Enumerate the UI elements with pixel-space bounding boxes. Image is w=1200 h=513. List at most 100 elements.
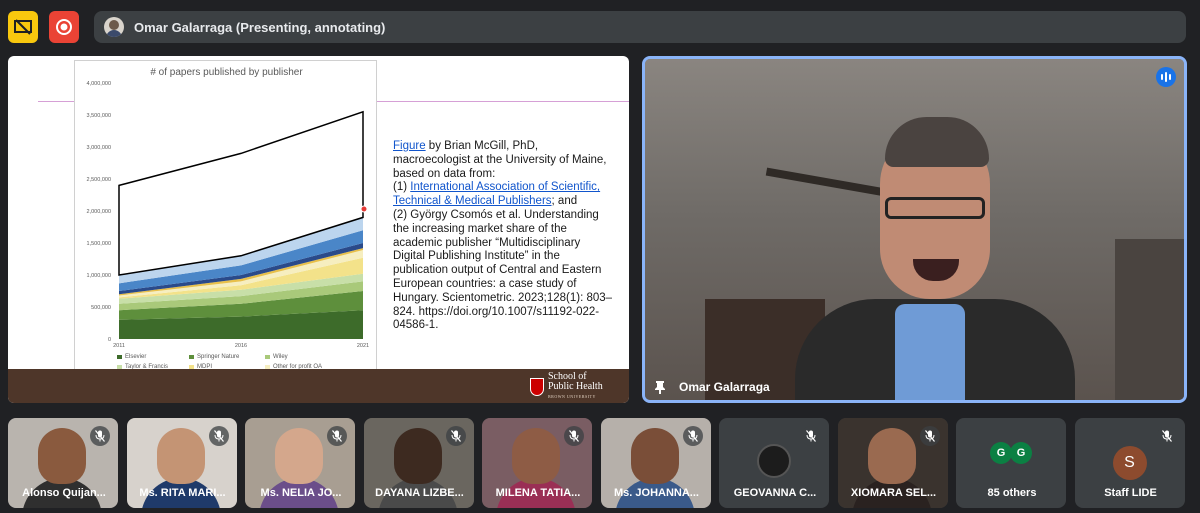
logo-line3: BROWN UNIVERSITY	[548, 394, 596, 399]
area-chart: 4,000,000 3,500,000 3,000,000 2,500,000 2,00…	[87, 81, 370, 349]
speaker-video-tile[interactable]: Omar Galarraga	[642, 56, 1187, 403]
legend-swatch	[265, 355, 270, 359]
legend-swatch	[189, 355, 194, 359]
participant-name: 85 others	[987, 487, 1037, 499]
mic-off-icon	[213, 430, 224, 442]
participant-face	[275, 428, 323, 484]
mic-off-icon	[1161, 430, 1172, 442]
citation-item1-prefix: (1)	[393, 181, 411, 194]
mic-off-indicator	[1156, 426, 1177, 446]
participant-name: Ms. NELIA JO...	[260, 487, 342, 499]
participant-face	[512, 428, 560, 484]
participant-avatar	[757, 444, 791, 478]
mic-off-indicator	[682, 426, 703, 446]
presenter-label: Omar Galarraga (Presenting, annotating)	[134, 19, 386, 35]
y-tick-label: 2,000,000	[87, 209, 111, 215]
participant-name: XIOMARA SEL...	[850, 487, 937, 499]
participant-name: Ms. JOHANNA...	[614, 487, 699, 499]
mic-off-indicator	[564, 426, 584, 446]
legend-item: Elsevier	[117, 354, 189, 360]
pin-icon[interactable]	[653, 380, 667, 394]
speaker-name-label: Omar Galarraga	[653, 380, 770, 394]
speaking-indicator-icon	[1156, 67, 1176, 87]
citation-item2: (2) György Csomós et al. Understanding t…	[393, 208, 613, 332]
legend-label: Springer Nature	[197, 354, 240, 360]
mic-off-indicator	[90, 426, 110, 446]
mic-off-indicator	[327, 426, 347, 446]
y-tick-label: 3,500,000	[87, 113, 111, 119]
participant-tile[interactable]: GEOVANNA C...	[719, 418, 829, 508]
citation-line1: by Brian McGill, PhD, macroecologist at …	[393, 140, 607, 180]
legend-item: Springer Nature	[189, 354, 265, 360]
logo-text: School of Public Health BROWN UNIVERSITY	[548, 372, 603, 402]
legend-label: Elsevier	[125, 354, 147, 360]
participant-face	[393, 428, 442, 484]
participant-face	[630, 428, 679, 484]
participant-tile[interactable]: Ms. NELIA JO...	[245, 418, 355, 508]
x-tick-label: 2016	[235, 343, 247, 349]
logo-line2: Public Health	[548, 381, 603, 392]
participant-name: Alonso Quijan...	[22, 487, 106, 499]
participant-tile[interactable]: Ms. JOHANNA...	[600, 418, 711, 508]
y-tick-label: 3,000,000	[87, 145, 111, 151]
mic-off-indicator	[801, 426, 821, 446]
y-tick-label: 500,000	[91, 305, 111, 311]
mic-off-indicator	[208, 426, 229, 446]
mic-off-icon	[569, 430, 579, 442]
participant-tile[interactable]: XIOMARA SEL...	[837, 418, 948, 508]
shared-screen: # of papers published by publisher 4,000…	[8, 56, 629, 403]
y-tick-label: 1,500,000	[87, 241, 111, 247]
speaker-glasses	[885, 197, 985, 219]
y-tick-label: 2,500,000	[87, 177, 111, 183]
participant-tile[interactable]: Ms. RITA MARI...	[126, 418, 237, 508]
figure-link[interactable]: Figure	[393, 140, 426, 152]
legend-label: Wiley	[273, 354, 288, 360]
school-logo: School of Public Health BROWN UNIVERSITY	[530, 372, 626, 402]
y-tick-label: 4,000,000	[87, 81, 111, 87]
shield-icon	[530, 378, 544, 396]
x-tick-label: 2011	[113, 343, 125, 349]
participant-tile[interactable]: Alonso Quijan...	[8, 418, 118, 508]
participant-tile[interactable]: DAYANA LIZBE...	[363, 418, 474, 508]
participant-name: Ms. RITA MARI...	[139, 487, 226, 499]
others-avatar: G	[990, 442, 1012, 464]
participant-tile[interactable]: MILENA TATIA...	[482, 418, 592, 508]
top-bar: Omar Galarraga (Presenting, annotating)	[0, 0, 1200, 54]
legend-item: Wiley	[265, 354, 345, 360]
mic-off-icon	[332, 430, 342, 442]
citation-item1-suffix: ; and	[551, 195, 578, 208]
y-tick-label: 0	[108, 337, 111, 343]
x-tick-label: 2021	[357, 343, 369, 349]
participant-tile[interactable]: S Staff LIDE	[1074, 418, 1185, 508]
mic-off-icon	[95, 430, 105, 442]
y-tick-label: 1,000,000	[87, 273, 111, 279]
others-avatar: G	[1010, 442, 1032, 464]
participant-face	[38, 428, 86, 484]
recording-button[interactable]	[49, 11, 79, 43]
slide-text: Figure by Brian McGill, PhD, macroecolog…	[393, 140, 615, 333]
participant-name: DAYANA LIZBE...	[375, 487, 464, 499]
participant-strip: Alonso Quijan... Ms. RITA MARI... Ms. NELI…	[8, 418, 1190, 508]
mic-off-icon	[687, 430, 698, 442]
participant-face	[156, 428, 205, 484]
participant-name: GEOVANNA C...	[733, 487, 817, 499]
participant-name: Staff LIDE	[1104, 487, 1157, 499]
participant-tile[interactable]: G G 85 others	[956, 418, 1066, 508]
mic-off-indicator	[919, 426, 940, 446]
speaker-shirt	[895, 304, 965, 400]
participant-name: MILENA TATIA...	[495, 487, 581, 499]
annotation-pointer	[360, 205, 368, 213]
participant-face	[867, 428, 916, 484]
record-icon	[56, 19, 72, 35]
mic-off-indicator	[445, 426, 466, 446]
legend-swatch	[117, 355, 122, 359]
bookshelf-right	[1115, 239, 1184, 400]
chart-card: # of papers published by publisher 4,000…	[74, 60, 377, 400]
stop-presenting-button[interactable]	[8, 11, 38, 43]
mic-off-icon	[806, 430, 816, 442]
speaker-name: Omar Galarraga	[679, 380, 770, 394]
present-off-icon	[14, 19, 32, 35]
presenter-bar[interactable]: Omar Galarraga (Presenting, annotating)	[94, 11, 1186, 43]
mic-off-icon	[450, 430, 461, 442]
presenter-avatar	[104, 17, 124, 37]
